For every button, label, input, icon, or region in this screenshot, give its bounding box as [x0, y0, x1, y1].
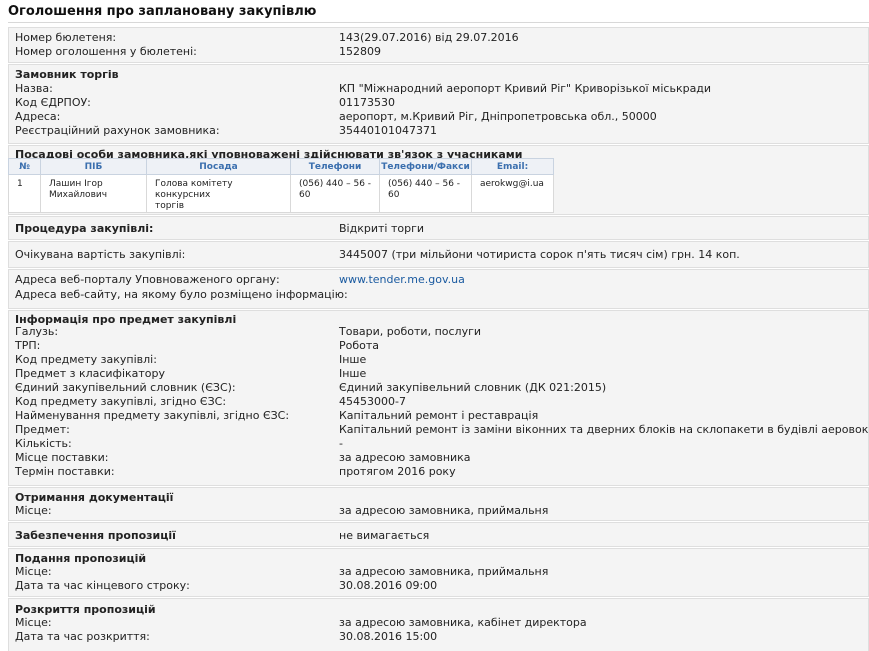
- subject-row: Предмет: Капітальний ремонт із заміни вік…: [15, 423, 869, 436]
- security-label: Забезпечення пропозиції: [15, 529, 176, 542]
- edrpou-value: 01173530: [339, 96, 395, 109]
- submission-section: Подання пропозицій Місце: за адресою замо…: [8, 548, 869, 597]
- table-row: 1 Лашин Ігор Михайлович Голова комітету к…: [8, 174, 554, 213]
- documentation-place-value: за адресою замовника, приймальня: [339, 504, 549, 517]
- ad-number-value: 152809: [339, 45, 381, 58]
- subject-row: ТРП: Робота: [15, 339, 380, 352]
- customer-name-label: Назва:: [15, 82, 53, 95]
- column-number: №: [8, 158, 41, 175]
- subject-row: Кількість: -: [15, 437, 343, 450]
- portal-label: Адреса веб-порталу Уповноваженого органу…: [15, 273, 280, 286]
- opening-heading: Розкриття пропозицій: [15, 603, 156, 616]
- opening-place-value: за адресою замовника, кабінет директора: [339, 616, 587, 629]
- subject-row: Предмет з класифікатору Інше: [15, 367, 367, 380]
- contact-position: Голова комітету конкурсних торгів: [146, 174, 291, 213]
- opening-place-label: Місце:: [15, 616, 52, 629]
- subject-row: Місце поставки: за адресою замовника: [15, 451, 471, 464]
- submission-deadline-value: 30.08.2016 09:00: [339, 579, 438, 592]
- subject-row: Код предмету закупівлі: Інше: [15, 353, 367, 366]
- title-divider: [8, 22, 869, 23]
- contacts-table-header: № ПІБ Посада Телефони Телефони/Факси Ema…: [8, 158, 554, 175]
- documentation-heading: Отримання документації: [15, 491, 174, 504]
- cost-section: Очікувана вартість закупівлі: 3445007 (тр…: [8, 241, 869, 268]
- subject-row: Найменування предмету закупівлі, згідно …: [15, 409, 539, 422]
- account-label: Реєстраційний рахунок замовника:: [15, 124, 220, 137]
- procedure-section: Процедура закупівлі: Відкриті торги: [8, 216, 869, 240]
- contact-number: 1: [8, 174, 41, 213]
- website-label: Адреса веб-сайту, на якому було розміщен…: [15, 288, 348, 301]
- subject-row: Код предмету закупівлі, згідно ЄЗС: 45453…: [15, 395, 406, 408]
- ad-number-label: Номер оголошення у бюлетені:: [15, 45, 197, 58]
- column-email: Email:: [471, 158, 554, 175]
- column-name: ПІБ: [40, 158, 147, 175]
- subject-row: Галузь: Товари, роботи, послуги: [15, 325, 482, 338]
- contact-fax: (056) 440 – 56 -60: [379, 174, 472, 213]
- bulletin-number-value: 143(29.07.2016) від 29.07.2016: [339, 31, 519, 44]
- subject-row: Термін поставки: протягом 2016 року: [15, 465, 456, 478]
- opening-date-value: 30.08.2016 15:00: [339, 630, 438, 643]
- page-title: Оголошення про заплановану закупівлю: [8, 4, 317, 19]
- opening-date-label: Дата та час розкриття:: [15, 630, 150, 643]
- submission-deadline-label: Дата та час кінцевого строку:: [15, 579, 190, 592]
- subject-section: Інформація про предмет закупівлі Галузь:…: [8, 310, 869, 486]
- contact-name: Лашин Ігор Михайлович: [40, 174, 147, 213]
- customer-heading: Замовник торгів: [15, 68, 119, 81]
- column-position: Посада: [146, 158, 291, 175]
- contact-phone: (056) 440 – 56 -60: [290, 174, 380, 213]
- procedure-value: Відкриті торги: [339, 222, 424, 235]
- subject-row: Єдиний закупівельний словник (ЄЗС): Єдини…: [15, 381, 607, 394]
- column-phones-fax: Телефони/Факси: [379, 158, 472, 175]
- contact-email[interactable]: aerokwg@i.ua: [471, 174, 554, 213]
- security-section: Забезпечення пропозиції не вимагається: [8, 522, 869, 547]
- address-value: аеропорт, м.Кривий Ріг, Дніпропетровська…: [339, 110, 657, 123]
- security-value: не вимагається: [339, 529, 430, 542]
- edrpou-label: Код ЄДРПОУ:: [15, 96, 91, 109]
- documentation-place-label: Місце:: [15, 504, 52, 517]
- documentation-section: Отримання документації Місце: за адресою …: [8, 487, 869, 521]
- column-phones: Телефони: [290, 158, 380, 175]
- submission-place-value: за адресою замовника, приймальня: [339, 565, 549, 578]
- opening-section: Розкриття пропозицій Місце: за адресою за…: [8, 598, 869, 651]
- address-label: Адреса:: [15, 110, 61, 123]
- contacts-table: № ПІБ Посада Телефони Телефони/Факси Ema…: [8, 158, 554, 213]
- bulletin-section: Номер бюлетеня: 143(29.07.2016) від 29.07…: [8, 27, 869, 63]
- submission-place-label: Місце:: [15, 565, 52, 578]
- submission-heading: Подання пропозицій: [15, 552, 147, 565]
- portal-link[interactable]: www.tender.me.gov.ua: [339, 273, 465, 287]
- customer-name-value: КП "Міжнародний аеропорт Кривий Ріг" Кри…: [339, 82, 712, 95]
- cost-label: Очікувана вартість закупівлі:: [15, 248, 186, 261]
- cost-value: 3445007 (три мільйони чотириста сорок п'…: [339, 248, 740, 261]
- procedure-label: Процедура закупівлі:: [15, 222, 154, 235]
- account-value: 35440101047371: [339, 124, 437, 137]
- portal-section: Адреса веб-порталу Уповноваженого органу…: [8, 269, 869, 309]
- customer-section: Замовник торгів Назва: КП "Міжнародний ае…: [8, 64, 869, 144]
- bulletin-number-label: Номер бюлетеня:: [15, 31, 117, 44]
